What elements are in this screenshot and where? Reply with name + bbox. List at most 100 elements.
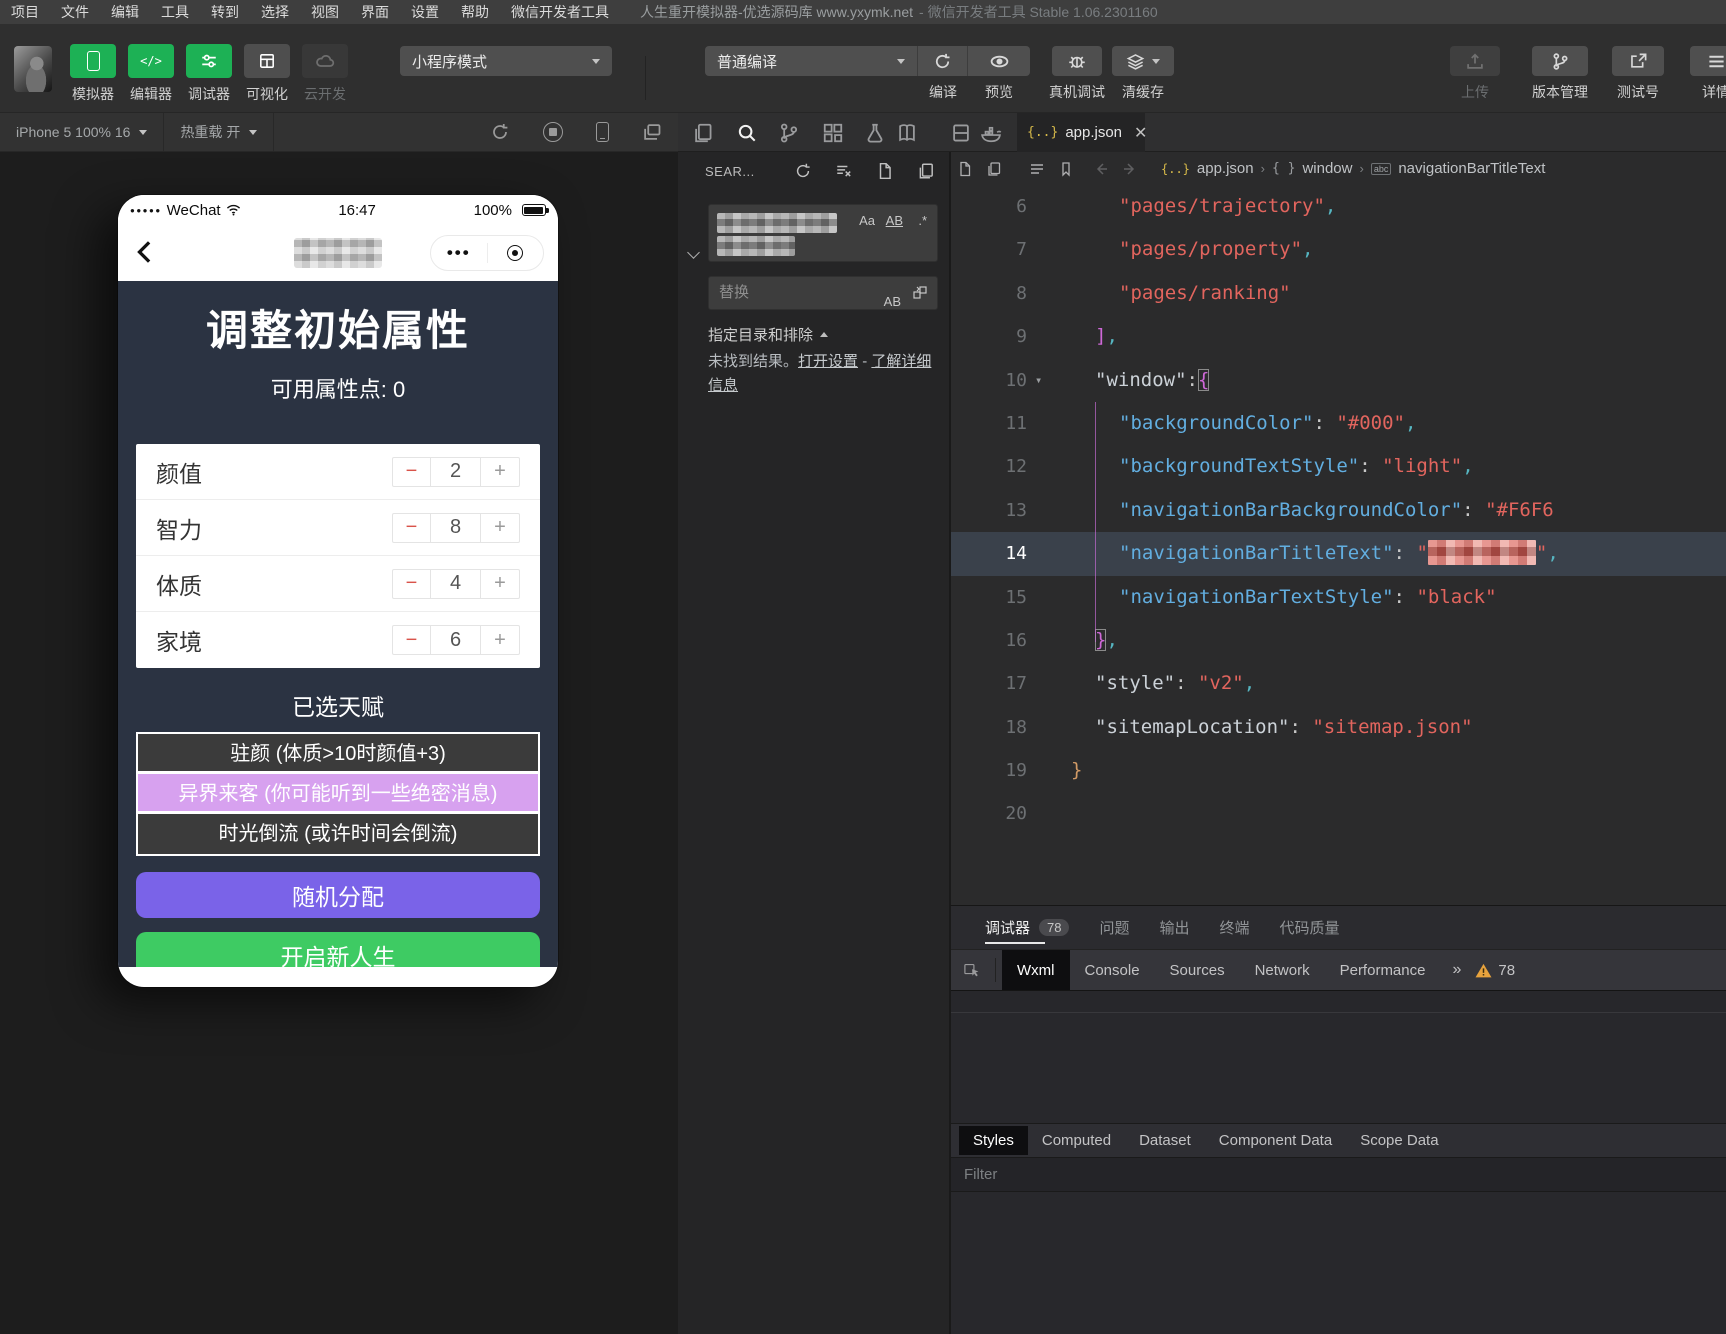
preserve-case-toggle[interactable]: AB: [884, 286, 901, 318]
code-line[interactable]: 7"pages/property",: [951, 228, 1726, 271]
code-line[interactable]: 15"navigationBarTextStyle": "black": [951, 576, 1726, 619]
new-search-editor-icon[interactable]: [876, 162, 894, 180]
stop-icon[interactable]: [543, 122, 563, 142]
code-line[interactable]: 9],: [951, 315, 1726, 358]
book-icon[interactable]: [896, 122, 918, 144]
restart-icon[interactable]: [490, 122, 510, 142]
device-view-icon[interactable]: [596, 122, 609, 142]
back-icon[interactable]: [134, 238, 156, 266]
source-control-icon[interactable]: [778, 122, 800, 144]
tab-app-json[interactable]: {..} app.json ✕: [1017, 113, 1145, 152]
more-tabs-icon[interactable]: »: [1440, 961, 1473, 979]
plus-button[interactable]: +: [481, 458, 519, 486]
beaker-icon[interactable]: [864, 122, 886, 144]
extensions-icon[interactable]: [822, 122, 844, 144]
compile-button[interactable]: [918, 46, 968, 76]
random-assign-button[interactable]: 随机分配: [136, 872, 540, 918]
debugger-toggle-button[interactable]: 调试器: [180, 44, 238, 104]
menu-item[interactable]: 转到: [200, 0, 250, 24]
devtools-tab-console[interactable]: Console: [1070, 950, 1155, 990]
menu-item[interactable]: 工具: [150, 0, 200, 24]
layout-icon[interactable]: [950, 122, 972, 144]
open-settings-link[interactable]: 打开设置: [798, 353, 858, 370]
debugger-tab[interactable]: 终端: [1220, 906, 1250, 949]
files-icon[interactable]: [692, 122, 714, 144]
whole-word-toggle[interactable]: AB: [886, 213, 903, 228]
code-line[interactable]: 19}: [951, 749, 1726, 792]
debugger-tab[interactable]: 输出: [1160, 906, 1190, 949]
styles-tab[interactable]: Computed: [1028, 1126, 1125, 1155]
code-line[interactable]: 11"backgroundColor": "#000",: [951, 402, 1726, 445]
more-icon[interactable]: •••: [431, 238, 487, 268]
menu-item[interactable]: 视图: [300, 0, 350, 24]
device-select[interactable]: iPhone 5 100% 16: [0, 113, 164, 151]
breadcrumb-leaf[interactable]: navigationBarTitleText: [1398, 160, 1545, 177]
user-avatar[interactable]: [14, 46, 52, 92]
devtools-tab-performance[interactable]: Performance: [1325, 950, 1441, 990]
bookmark-icon[interactable]: [1058, 161, 1074, 177]
close-icon[interactable]: ✕: [1134, 123, 1147, 143]
upload-button[interactable]: [1450, 46, 1500, 76]
devtools-tab-network[interactable]: Network: [1240, 950, 1325, 990]
styles-tab[interactable]: Scope Data: [1346, 1126, 1452, 1155]
details-button[interactable]: [1690, 46, 1726, 76]
talent-item[interactable]: 驻颜 (体质>10时颜值+3): [138, 734, 538, 774]
multi-window-icon[interactable]: [642, 122, 662, 142]
plus-button[interactable]: +: [481, 514, 519, 542]
search-icon[interactable]: [736, 122, 758, 144]
simulator-toggle-button[interactable]: 模拟器: [64, 44, 122, 104]
copy-icon[interactable]: [917, 162, 935, 180]
code-line[interactable]: 12"backgroundTextStyle": "light",: [951, 445, 1726, 488]
devtools-tab-wxml[interactable]: Wxml: [1002, 950, 1070, 990]
code-line[interactable]: 13"navigationBarBackgroundColor": "#F6F6: [951, 489, 1726, 532]
docker-whale-icon[interactable]: [980, 122, 1002, 144]
include-exclude-toggle[interactable]: 指定目录和排除: [708, 324, 828, 345]
match-case-toggle[interactable]: Aa: [859, 213, 875, 228]
copy-icon[interactable]: [986, 161, 1002, 177]
code-line[interactable]: 20: [951, 792, 1726, 835]
debugger-tab[interactable]: 问题: [1099, 906, 1129, 949]
debugger-tab[interactable]: 调试器78: [985, 906, 1069, 949]
minus-button[interactable]: −: [393, 514, 431, 542]
code-line[interactable]: 18"sitemapLocation": "sitemap.json": [951, 706, 1726, 749]
menu-item[interactable]: 编辑: [100, 0, 150, 24]
breadcrumb-node[interactable]: window: [1302, 160, 1352, 177]
menu-item[interactable]: 设置: [400, 0, 450, 24]
start-life-button[interactable]: 开启新人生: [136, 932, 540, 967]
styles-tab[interactable]: Dataset: [1125, 1126, 1205, 1155]
test-account-button[interactable]: [1612, 46, 1664, 76]
breadcrumb-file[interactable]: app.json: [1197, 160, 1254, 177]
mode-select[interactable]: 小程序模式: [400, 46, 612, 76]
cloud-dev-button[interactable]: 云开发: [296, 44, 354, 104]
plus-button[interactable]: +: [481, 570, 519, 598]
refresh-icon[interactable]: [794, 162, 812, 180]
plus-button[interactable]: +: [481, 626, 519, 654]
minus-button[interactable]: −: [393, 626, 431, 654]
minus-button[interactable]: −: [393, 570, 431, 598]
new-file-icon[interactable]: [957, 161, 973, 177]
nav-forward-icon[interactable]: [1122, 161, 1138, 177]
outline-list-icon[interactable]: [1029, 161, 1045, 177]
styles-tab[interactable]: Styles: [959, 1126, 1028, 1155]
talent-item[interactable]: 异界来客 (你可能听到一些绝密消息): [138, 774, 538, 814]
replace-input[interactable]: 替换 AB: [708, 276, 938, 310]
code-line[interactable]: 17"style": "v2",: [951, 662, 1726, 705]
editor-toggle-button[interactable]: </> 编辑器: [122, 44, 180, 104]
menu-item[interactable]: 界面: [350, 0, 400, 24]
version-control-button[interactable]: [1532, 46, 1588, 76]
clear-cache-button[interactable]: [1112, 46, 1174, 76]
devtools-tab-sources[interactable]: Sources: [1155, 950, 1240, 990]
menu-item[interactable]: 微信开发者工具: [500, 0, 620, 24]
hot-reload-toggle[interactable]: 热重载 开: [164, 113, 274, 151]
code-line[interactable]: 10▾"window":{: [951, 359, 1726, 402]
compile-mode-select[interactable]: 普通编译: [705, 46, 918, 76]
preview-button[interactable]: [968, 46, 1030, 76]
clear-results-icon[interactable]: [835, 162, 853, 180]
search-input[interactable]: Aa AB .*: [708, 204, 938, 262]
talent-item[interactable]: 时光倒流 (或许时间会倒流): [138, 814, 538, 854]
visualization-toggle-button[interactable]: 可视化: [238, 44, 296, 104]
wxml-tree-area[interactable]: [951, 991, 1726, 1013]
device-debug-button[interactable]: [1052, 46, 1102, 76]
exit-target-icon[interactable]: [488, 245, 544, 261]
code-line[interactable]: 14"navigationBarTitleText": "",: [951, 532, 1726, 575]
